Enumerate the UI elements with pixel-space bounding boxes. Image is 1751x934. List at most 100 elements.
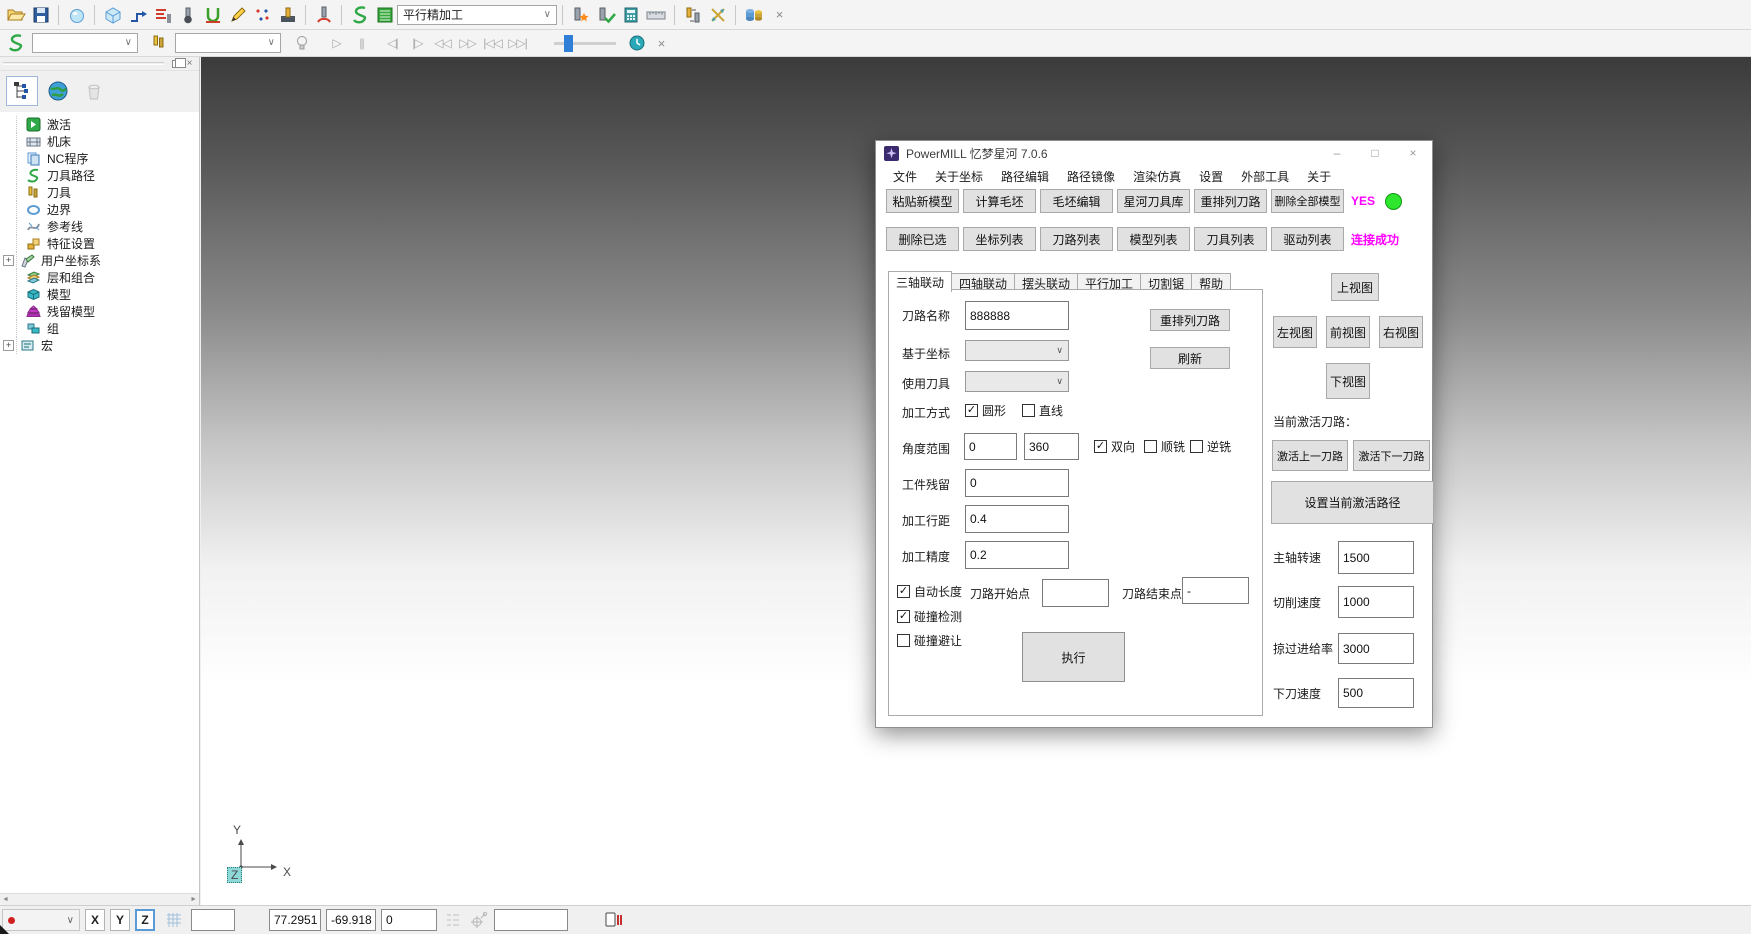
doc-pause-icon[interactable]	[604, 911, 624, 929]
expand-icon[interactable]: +	[3, 255, 14, 266]
explorer-tree-button[interactable]	[6, 76, 38, 106]
tree-item-toolpaths[interactable]: 刀具路径	[2, 167, 199, 184]
execute-button[interactable]: 执行	[1022, 632, 1125, 682]
step-forward-button[interactable]: |▷	[405, 31, 430, 55]
collision-avoid-checkbox[interactable]: 碰撞避让	[897, 632, 962, 649]
sim-tool-combobox[interactable]: ∨	[175, 33, 281, 53]
coord-x-field[interactable]: 77.2951	[269, 909, 321, 931]
sim-toolbar-close-icon[interactable]: ×	[649, 31, 674, 55]
tree-item-nc-programs[interactable]: NC程序	[2, 150, 199, 167]
tree-item-workplanes[interactable]: + 用户坐标系	[2, 252, 199, 269]
speed-clock-icon[interactable]	[624, 31, 649, 55]
climb-checkbox[interactable]: 顺铣	[1144, 438, 1185, 455]
ruler-icon[interactable]	[643, 3, 669, 27]
tool-change-icon[interactable]	[680, 3, 705, 27]
grid-snap-icon[interactable]	[161, 908, 186, 932]
tolerance-input[interactable]	[965, 541, 1069, 569]
toolpath-strategy-icon[interactable]	[125, 3, 150, 27]
tree-item-feature-sets[interactable]: 特征设置	[2, 235, 199, 252]
dialog-titlebar[interactable]: PowerMILL 忆梦星河 7.0.6 – □ ×	[876, 141, 1432, 165]
explorer-web-button[interactable]	[42, 76, 74, 106]
calculator-icon[interactable]	[618, 3, 643, 27]
tool-icon[interactable]	[175, 3, 200, 27]
explorer-recycle-button[interactable]	[78, 76, 110, 106]
angle-start-input[interactable]	[964, 433, 1017, 460]
menu-settings[interactable]: 设置	[1190, 168, 1232, 185]
play-button[interactable]: ▷	[324, 31, 349, 55]
sim-speed-slider[interactable]	[554, 42, 616, 45]
expand-icon[interactable]: +	[3, 340, 14, 351]
angle-end-input[interactable]	[1024, 433, 1079, 460]
calc-block-button[interactable]: 计算毛坯	[963, 189, 1036, 213]
tool-library-button[interactable]: 星河刀具库	[1117, 189, 1190, 213]
stepover-input[interactable]	[965, 505, 1069, 533]
bidirectional-checkbox[interactable]: ✓双向	[1094, 438, 1135, 455]
auto-length-checkbox[interactable]: ✓自动长度	[897, 583, 962, 600]
plunge-input[interactable]	[1338, 678, 1414, 708]
graphics-viewport[interactable]: Y X Z PowerMILL 忆梦星河 7.0.6 – □ × 文件 关于坐标…	[201, 57, 1751, 905]
lightbulb-icon[interactable]	[289, 31, 314, 55]
skim-input[interactable]	[1338, 633, 1414, 664]
pattern-icon[interactable]	[225, 3, 250, 27]
go-end-button[interactable]: ▷▷|	[505, 31, 530, 55]
menu-path-mirror[interactable]: 路径镜像	[1058, 168, 1124, 185]
tree-item-stock-models[interactable]: 残留模型	[2, 303, 199, 320]
activate-prev-button[interactable]: 激活上一刀路	[1272, 440, 1348, 471]
menu-render-sim[interactable]: 渲染仿真	[1124, 168, 1190, 185]
end-point-input[interactable]	[1182, 577, 1249, 604]
workplane-field[interactable]	[494, 909, 568, 931]
toolpath-list-button[interactable]: 刀路列表	[1040, 227, 1113, 251]
close-button[interactable]: ×	[1394, 141, 1432, 165]
delete-all-models-button[interactable]: 删除全部模型	[1271, 189, 1344, 213]
line-checkbox[interactable]: 直线	[1022, 402, 1063, 419]
tree-item-macros[interactable]: + 宏	[2, 337, 199, 354]
rewind-button[interactable]: ◁◁	[430, 31, 455, 55]
layer-combobox[interactable]: ∨	[2, 909, 80, 931]
paste-new-model-button[interactable]: 粘贴新模型	[886, 189, 959, 213]
tree-item-activate[interactable]: 激活	[2, 116, 199, 133]
shaded-view-icon[interactable]	[64, 3, 89, 27]
coord-list-button[interactable]: 坐标列表	[963, 227, 1036, 251]
model-list-button[interactable]: 模型列表	[1117, 227, 1190, 251]
active-toolpath-icon[interactable]	[347, 3, 372, 27]
conventional-checkbox[interactable]: 逆铣	[1190, 438, 1231, 455]
grid-size-field[interactable]	[191, 909, 235, 931]
tool-ok-icon[interactable]	[593, 3, 618, 27]
tool-list-button[interactable]: 刀具列表	[1194, 227, 1267, 251]
explorer-hscrollbar[interactable]: ◄ ►	[0, 893, 199, 905]
scroll-right-icon[interactable]: ►	[190, 896, 197, 903]
coord-y-field[interactable]: -69.918	[326, 909, 376, 931]
strategy-combobox[interactable]: 平行精加工 ∨	[397, 5, 557, 25]
panel-float-icon[interactable]	[170, 58, 183, 70]
tree-item-models[interactable]: 模型	[2, 286, 199, 303]
tool-holder-icon[interactable]	[311, 3, 336, 27]
block-icon[interactable]	[100, 3, 125, 27]
maximize-button[interactable]: □	[1356, 141, 1394, 165]
menu-path-edit[interactable]: 路径编辑	[992, 168, 1058, 185]
block-edit-button[interactable]: 毛坯编辑	[1040, 189, 1113, 213]
open-project-icon[interactable]	[3, 3, 28, 27]
refresh-button[interactable]: 刷新	[1150, 347, 1230, 369]
strategy-list-icon[interactable]	[372, 3, 397, 27]
drive-list-button[interactable]: 驱动列表	[1271, 227, 1344, 251]
activate-next-button[interactable]: 激活下一刀路	[1353, 440, 1430, 471]
delete-selected-button[interactable]: 删除已选	[886, 227, 959, 251]
z-axis-button[interactable]: Z	[135, 909, 155, 931]
x-axis-button[interactable]: X	[85, 909, 105, 931]
cutting-input[interactable]	[1338, 586, 1414, 618]
collision-detect-checkbox[interactable]: ✓碰撞检测	[897, 608, 962, 625]
minimize-button[interactable]: –	[1318, 141, 1356, 165]
rearrange-button[interactable]: 重排列刀路	[1150, 309, 1230, 331]
step-back-button[interactable]: ◁|	[380, 31, 405, 55]
panel-grip[interactable]: ×	[0, 57, 199, 71]
pause-button[interactable]: ||	[349, 31, 374, 55]
spindle-input[interactable]	[1338, 541, 1414, 574]
set-active-path-button[interactable]: 设置当前激活路径	[1271, 481, 1434, 524]
scroll-left-icon[interactable]: ◄	[2, 896, 9, 903]
right-view-button[interactable]: 右视图	[1379, 316, 1423, 348]
coord-z-field[interactable]: 0	[381, 909, 437, 931]
front-view-button[interactable]: 前视图	[1326, 316, 1370, 348]
menu-about[interactable]: 关于	[1298, 168, 1340, 185]
tree-item-groups[interactable]: 组	[2, 320, 199, 337]
toolpath-name-input[interactable]	[965, 301, 1069, 330]
